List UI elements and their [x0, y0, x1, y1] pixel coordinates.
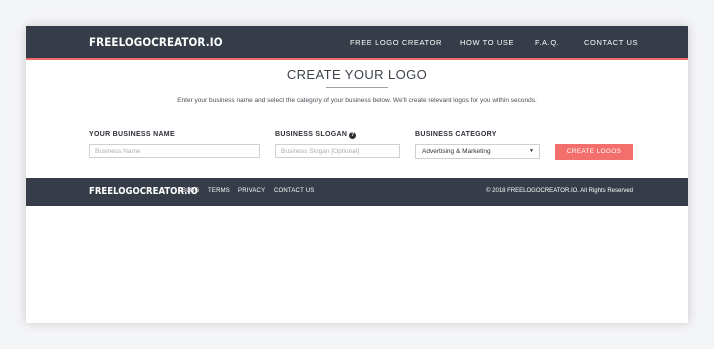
site-logo[interactable]: FREELOGOCREATOR.IO [89, 35, 223, 49]
create-logos-button[interactable]: CREATE LOGOS [555, 144, 633, 160]
business-category-select[interactable]: Advertising & Marketing ▼ [415, 144, 540, 159]
nav-free-logo-creator[interactable]: FREE LOGO CREATOR [350, 38, 442, 47]
footer-link-privacy[interactable]: PRIVACY [238, 188, 265, 194]
copyright-text: © 2018 FREELOGOCREATOR.IO. All Rights Re… [486, 188, 633, 194]
footer-link-blog[interactable]: BLOG [182, 188, 199, 194]
footer-link-contact-us[interactable]: CONTACT US [274, 188, 314, 194]
browser-frame: FREELOGOCREATOR.IO FREE LOGO CREATOR HOW… [26, 26, 688, 323]
footer: FREELOGOCREATOR.IO BLOG TERMS PRIVACY CO… [26, 178, 688, 206]
business-category-label: BUSINESS CATEGORY [415, 131, 497, 138]
business-slogan-label-wrap: BUSINESS SLOGAN? [275, 131, 357, 139]
top-navbar: FREELOGOCREATOR.IO FREE LOGO CREATOR HOW… [26, 26, 688, 60]
question-circle-icon[interactable]: ? [349, 132, 357, 139]
business-category-value: Advertising & Marketing [422, 148, 491, 155]
nav-contact-us[interactable]: CONTACT US [584, 38, 638, 47]
business-slogan-label: BUSINESS SLOGAN [275, 131, 348, 138]
nav-how-to-use[interactable]: HOW TO USE [460, 38, 514, 47]
chevron-down-icon: ▼ [529, 148, 534, 154]
title-divider [326, 87, 388, 88]
business-name-label: YOUR BUSINESS NAME [89, 131, 175, 138]
business-name-input[interactable] [89, 144, 260, 158]
nav-faq[interactable]: F.A.Q. [535, 38, 559, 47]
footer-link-terms[interactable]: TERMS [208, 188, 230, 194]
page-subtitle: Enter your business name and select the … [177, 97, 537, 104]
business-slogan-input[interactable] [275, 144, 400, 158]
page-title: CREATE YOUR LOGO [286, 67, 428, 82]
